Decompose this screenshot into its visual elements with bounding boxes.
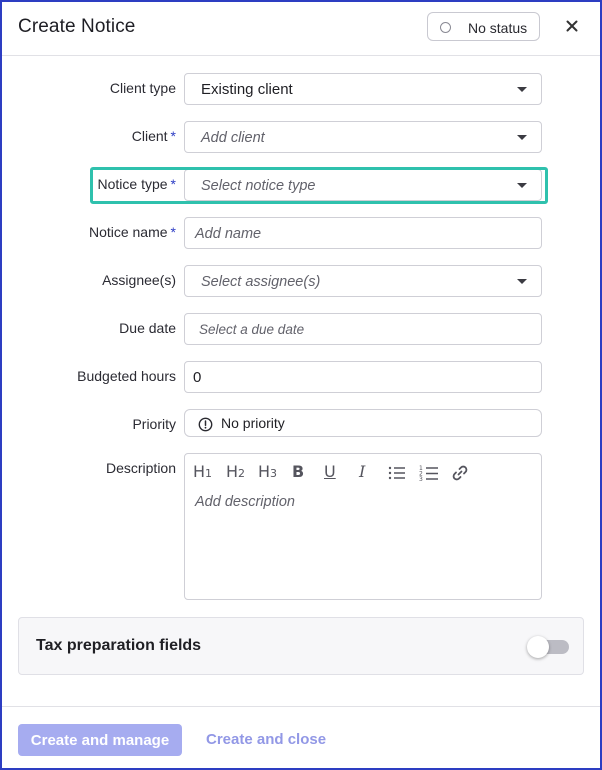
- heading-3-icon[interactable]: H3: [258, 462, 277, 484]
- client-placeholder: Add client: [201, 130, 265, 146]
- numbered-list-icon[interactable]: 1 2 3: [419, 464, 439, 486]
- due-date-input[interactable]: Select a due date: [184, 313, 542, 345]
- client-type-select[interactable]: Existing client: [184, 73, 542, 105]
- notice-name-input[interactable]: Add name: [184, 217, 542, 249]
- description-editor[interactable]: H1 H2 H3 B U I 1 2 3 Add description: [184, 453, 542, 600]
- due-date-placeholder: Select a due date: [199, 322, 305, 337]
- client-label: Client *: [131, 128, 176, 144]
- budgeted-hours-input[interactable]: 0: [184, 361, 542, 393]
- description-label: Description: [105, 460, 176, 476]
- assignees-select[interactable]: Select assignee(s): [184, 265, 542, 297]
- notice-name-placeholder: Add name: [195, 226, 262, 242]
- chevron-down-icon: [517, 183, 527, 188]
- notice-name-label: Notice name *: [88, 224, 176, 240]
- underline-icon[interactable]: U: [324, 462, 336, 484]
- budgeted-hours-label: Budgeted hours: [77, 368, 176, 384]
- status-dropdown[interactable]: No status: [427, 12, 540, 41]
- client-type-label: Client type: [109, 80, 176, 96]
- budgeted-hours-value: 0: [193, 369, 202, 386]
- priority-select[interactable]: No priority: [184, 409, 542, 437]
- italic-icon[interactable]: I: [359, 462, 365, 484]
- bullet-list-icon[interactable]: [388, 465, 406, 487]
- svg-text:3: 3: [419, 476, 423, 482]
- priority-value: No priority: [221, 415, 285, 431]
- status-circle-icon: [440, 22, 451, 33]
- alert-circle-icon: [198, 417, 213, 432]
- assignees-placeholder: Select assignee(s): [201, 274, 321, 290]
- heading-1-icon[interactable]: H1: [193, 462, 212, 484]
- create-and-manage-button[interactable]: Create and manage: [18, 724, 182, 756]
- dialog-header: Create Notice No status: [2, 2, 600, 56]
- notice-type-placeholder: Select notice type: [201, 178, 316, 194]
- create-notice-dialog: Create Notice No status Client type Exis…: [0, 0, 602, 770]
- toggle-knob: [527, 636, 549, 658]
- status-label: No status: [468, 20, 528, 36]
- notice-type-label: Notice type *: [97, 176, 177, 192]
- close-icon[interactable]: [562, 16, 582, 36]
- dialog-footer: Create and manage Create and close: [2, 706, 600, 768]
- client-select[interactable]: Add client: [184, 121, 542, 153]
- chevron-down-icon: [517, 279, 527, 284]
- description-placeholder: Add description: [195, 494, 295, 510]
- tax-preparation-toggle[interactable]: [527, 636, 569, 658]
- due-date-label: Due date: [119, 320, 176, 336]
- tax-preparation-title: Tax preparation fields: [36, 637, 202, 654]
- bold-icon[interactable]: B: [292, 462, 304, 484]
- notice-type-select[interactable]: Select notice type: [184, 169, 542, 201]
- chevron-down-icon: [517, 135, 527, 140]
- priority-label: Priority: [132, 416, 176, 432]
- link-icon[interactable]: [451, 464, 469, 486]
- dialog-title: Create Notice: [18, 16, 136, 37]
- tax-preparation-section: Tax preparation fields: [18, 617, 584, 675]
- assignees-label: Assignee(s): [102, 272, 176, 288]
- create-and-close-button[interactable]: Create and close: [206, 731, 326, 748]
- chevron-down-icon: [517, 87, 527, 92]
- client-type-value: Existing client: [201, 81, 293, 98]
- heading-2-icon[interactable]: H2: [226, 462, 245, 484]
